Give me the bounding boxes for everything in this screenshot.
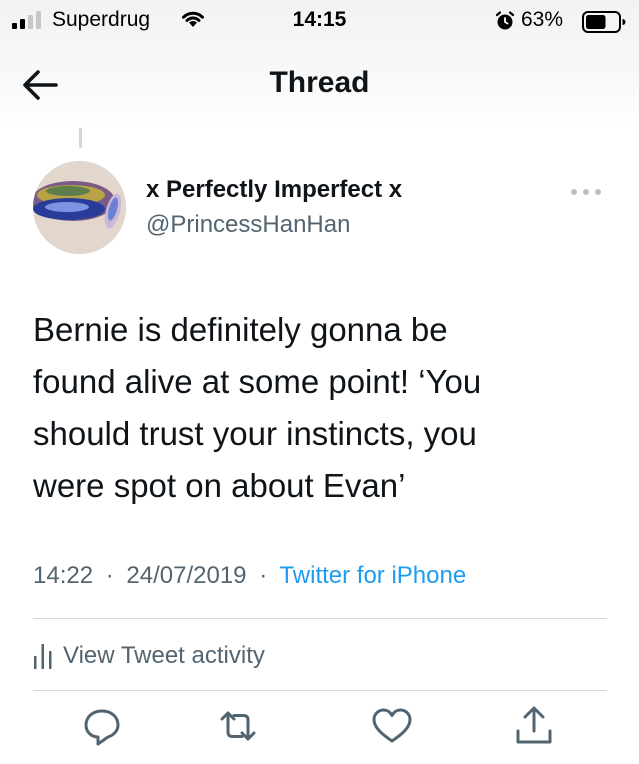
tweet-text-line: found alive at some point! ‘You — [33, 363, 482, 400]
tweet-text-line: should trust your instincts, you — [33, 415, 477, 452]
avatar[interactable] — [33, 161, 126, 254]
user-handle[interactable]: @PrincessHanHan — [146, 211, 350, 239]
tweet-time: 14:22 — [33, 562, 94, 589]
divider — [33, 618, 607, 619]
display-name[interactable]: x Perfectly Imperfect x — [146, 176, 402, 204]
tweet-timestamp: 14:22 · 24/07/2019 · Twitter for iPhone — [33, 562, 466, 590]
more-dots-icon[interactable] — [568, 184, 604, 200]
tweet-text-line: Bernie is definitely gonna be — [33, 311, 448, 348]
analytics-bars-icon — [34, 644, 52, 669]
tweet-source-link[interactable]: Twitter for iPhone — [279, 562, 466, 589]
meta-separator: · — [105, 562, 114, 589]
like-icon[interactable] — [370, 704, 414, 748]
reply-icon[interactable] — [80, 704, 124, 748]
view-tweet-activity-button[interactable]: View Tweet activity — [33, 640, 265, 672]
meta-separator: · — [259, 562, 268, 589]
battery-icon — [582, 11, 626, 33]
tweet-text: Bernie is definitely gonna be found aliv… — [33, 304, 613, 512]
battery-percent: 63% — [521, 8, 564, 31]
status-bar: Superdrug 14:15 63% — [0, 0, 639, 44]
tweet-date: 24/07/2019 — [126, 562, 247, 589]
view-tweet-activity-label: View Tweet activity — [63, 642, 265, 669]
retweet-icon[interactable] — [216, 704, 260, 748]
thread-connector-line — [79, 128, 82, 148]
tweet-text-line: were spot on about Evan’ — [33, 467, 406, 504]
share-icon[interactable] — [512, 704, 556, 748]
avatar-image — [33, 161, 126, 254]
alarm-icon — [495, 11, 515, 30]
tweet-detail-screen: Superdrug 14:15 63% Thread x Perfectly I… — [0, 0, 639, 764]
page-title: Thread — [269, 66, 370, 99]
divider — [33, 690, 607, 691]
